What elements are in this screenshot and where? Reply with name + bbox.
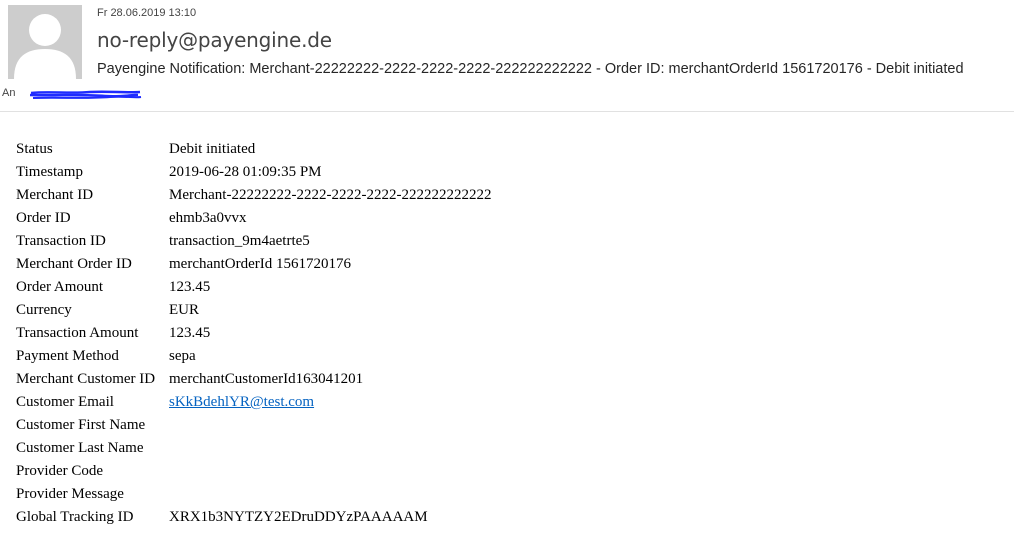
- detail-value: XRX1b3NYTZY2EDruDDYzPAAAAAM: [169, 509, 428, 525]
- detail-value-cell: sKkBdehlYR@test.com: [169, 393, 491, 416]
- detail-label: Customer Email: [16, 394, 114, 410]
- detail-label: Transaction Amount: [16, 325, 139, 341]
- detail-value-cell: [169, 416, 491, 439]
- detail-row: Merchant Customer ID merchantCustomerId16…: [16, 370, 491, 393]
- sent-date: Fr 28.06.2019 13:10: [97, 7, 197, 19]
- detail-row: Customer Email sKkBdehlYR@test.com: [16, 393, 491, 416]
- detail-value-cell: [169, 485, 491, 508]
- detail-value-cell: 2019-06-28 01:09:35 PM: [169, 163, 491, 186]
- detail-label: Global Tracking ID: [16, 509, 134, 525]
- detail-row: Provider Message: [16, 485, 491, 508]
- detail-label: Transaction ID: [16, 233, 106, 249]
- detail-row: Timestamp 2019-06-28 01:09:35 PM: [16, 163, 491, 186]
- detail-row: Status Debit initiated: [16, 140, 491, 163]
- detail-value: Debit initiated: [169, 141, 256, 157]
- sender-avatar[interactable]: [8, 5, 82, 79]
- customer-email-link[interactable]: sKkBdehlYR@test.com: [169, 394, 314, 410]
- detail-row: Merchant Order ID merchantOrderId 1561720…: [16, 255, 491, 278]
- detail-label: Currency: [16, 302, 72, 318]
- detail-value: merchantOrderId 1561720176: [169, 256, 352, 272]
- detail-value-cell: EUR: [169, 301, 491, 324]
- email-subject: Payengine Notification: Merchant-2222222…: [97, 61, 964, 77]
- detail-value: ehmb3a0vvx: [169, 210, 247, 226]
- sender-address[interactable]: no-reply@payengine.de: [97, 28, 332, 52]
- detail-label: Order Amount: [16, 279, 104, 295]
- detail-value-cell: 123.45: [169, 278, 491, 301]
- detail-row: Order ID ehmb3a0vvx: [16, 209, 491, 232]
- redacted-recipient: [30, 90, 142, 99]
- detail-value-cell: Debit initiated: [169, 140, 491, 163]
- detail-value-cell: [169, 462, 491, 485]
- detail-label: Payment Method: [16, 348, 119, 364]
- detail-value: 123.45: [169, 325, 211, 341]
- detail-row: Customer Last Name: [16, 439, 491, 462]
- detail-label: Customer First Name: [16, 417, 146, 433]
- detail-row: Customer First Name: [16, 416, 491, 439]
- detail-value-cell: transaction_9m4aetrte5: [169, 232, 491, 255]
- detail-value-cell: merchantOrderId 1561720176: [169, 255, 491, 278]
- detail-label: Order ID: [16, 210, 71, 226]
- person-silhouette-icon: [14, 14, 76, 79]
- detail-value-cell: sepa: [169, 347, 491, 370]
- detail-label: Merchant Customer ID: [16, 371, 156, 387]
- detail-value: transaction_9m4aetrte5: [169, 233, 310, 249]
- detail-value-cell: Merchant-22222222-2222-2222-2222-2222222…: [169, 186, 491, 209]
- detail-value-cell: 123.45: [169, 324, 491, 347]
- detail-label: Provider Message: [16, 486, 124, 502]
- detail-value-cell: XRX1b3NYTZY2EDruDDYzPAAAAAM: [169, 508, 491, 531]
- detail-row: Currency EUR: [16, 301, 491, 324]
- detail-row: Transaction ID transaction_9m4aetrte5: [16, 232, 491, 255]
- detail-label: Customer Last Name: [16, 440, 144, 456]
- recipient-label: An: [2, 87, 16, 99]
- detail-value-cell: [169, 439, 491, 462]
- message-header: Fr 28.06.2019 13:10 no-reply@payengine.d…: [0, 0, 1014, 112]
- detail-value-cell: ehmb3a0vvx: [169, 209, 491, 232]
- detail-value: 2019-06-28 01:09:35 PM: [169, 164, 322, 180]
- detail-label: Timestamp: [16, 164, 83, 180]
- detail-label: Merchant ID: [16, 187, 94, 203]
- notification-details-table: Status Debit initiated Timestamp 2019-06-28…: [16, 140, 491, 531]
- detail-label: Status: [16, 141, 53, 157]
- detail-value: sepa: [169, 348, 196, 364]
- detail-row: Merchant ID Merchant-22222222-2222-2222-2…: [16, 186, 491, 209]
- detail-row: Transaction Amount 123.45: [16, 324, 491, 347]
- detail-value: merchantCustomerId163041201: [169, 371, 364, 387]
- detail-value: 123.45: [169, 279, 211, 295]
- detail-row: Payment Method sepa: [16, 347, 491, 370]
- detail-value-cell: merchantCustomerId163041201: [169, 370, 491, 393]
- detail-row: Provider Code: [16, 462, 491, 485]
- detail-row: Global Tracking ID XRX1b3NYTZY2EDruDDYzPA…: [16, 508, 491, 531]
- detail-label: Merchant Order ID: [16, 256, 132, 272]
- detail-value: Merchant-22222222-2222-2222-2222-2222222…: [169, 187, 492, 203]
- header-divider: [0, 111, 1014, 112]
- detail-row: Order Amount 123.45: [16, 278, 491, 301]
- detail-label: Provider Code: [16, 463, 104, 479]
- detail-value: EUR: [169, 302, 199, 318]
